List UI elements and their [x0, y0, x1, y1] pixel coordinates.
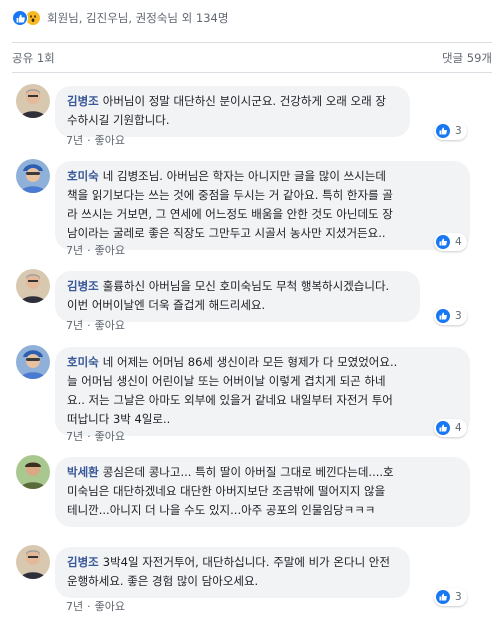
comment-text: 네 어제는 어머님 86세 생신이라 모든 형제가 다 모였었어요.. 늘 어머… [67, 355, 398, 426]
separator: · [87, 600, 91, 613]
reactions-text[interactable]: 회원님, 김진우님, 권정숙님 외 134명 [47, 10, 228, 26]
avatar[interactable] [16, 159, 50, 193]
comment-meta: 7년 · 좋아요 [66, 242, 125, 258]
comment-count[interactable]: 댓글 59개 [442, 50, 492, 66]
separator: · [87, 319, 91, 332]
like-button[interactable]: 좋아요 [95, 244, 125, 257]
avatar[interactable] [16, 545, 50, 579]
reaction-badge[interactable]: 3 [434, 588, 467, 606]
separator: · [87, 430, 91, 443]
reactions-summary[interactable]: 회원님, 김진우님, 권정숙님 외 134명 [0, 0, 504, 36]
like-icon [436, 590, 450, 604]
comment-time[interactable]: 7년 [66, 244, 83, 257]
like-button[interactable]: 좋아요 [95, 319, 125, 332]
comment-bubble: 박세환 콩심은데 콩나고... 특히 딸이 아버질 그대로 베낀다는데....호 … [55, 457, 470, 527]
avatar[interactable] [16, 455, 50, 489]
comment-author[interactable]: 김병조 [67, 555, 99, 569]
like-icon [436, 235, 450, 249]
comment-time[interactable]: 7년 [66, 134, 83, 147]
reaction-count: 4 [455, 236, 462, 248]
reaction-badge[interactable]: 3 [434, 307, 467, 325]
comment-text: 네 김병조님. 아버님은 학자는 아니지만 글을 많이 쓰시는데 책을 읽기보다… [67, 169, 393, 240]
comment-time[interactable]: 7년 [66, 319, 83, 332]
comment-bubble: 김병조 훌륭하신 아버님을 모신 호미숙님도 무척 행복하시겠습니다. 이번 어버… [55, 271, 420, 322]
like-icon [436, 124, 450, 138]
divider [12, 42, 492, 43]
reaction-badge[interactable]: 3 [434, 122, 467, 140]
share-count[interactable]: 공유 1회 [12, 50, 55, 66]
avatar[interactable] [16, 269, 50, 303]
comment-meta: 7년 · 좋아요 [66, 428, 125, 444]
avatar[interactable] [16, 84, 50, 118]
reaction-count: 3 [455, 310, 462, 322]
comment-text: 콩심은데 콩나고... 특히 딸이 아버질 그대로 베낀다는데....호 미숙님… [67, 465, 394, 517]
like-icon [436, 309, 450, 323]
comment-time[interactable]: 7년 [66, 600, 83, 613]
avatar[interactable] [16, 345, 50, 379]
comment-meta: 7년 · 좋아요 [66, 598, 125, 614]
comment-author[interactable]: 박세환 [67, 465, 99, 479]
reaction-icons [12, 10, 41, 26]
like-button[interactable]: 좋아요 [95, 134, 125, 147]
comment-author[interactable]: 호미숙 [67, 355, 99, 369]
separator: · [87, 244, 91, 257]
comment-bubble: 호미숙 네 어제는 어머님 86세 생신이라 모든 형제가 다 모였었어요.. 늘… [55, 347, 470, 436]
comment-bubble: 김병조 아버님이 정말 대단하신 분이시군요. 건강하게 오래 오래 장 수하시길… [55, 86, 410, 137]
comment-bubble: 호미숙 네 김병조님. 아버님은 학자는 아니지만 글을 많이 쓰시는데 책을 읽… [55, 161, 470, 250]
comment-text: 훌륭하신 아버님을 모신 호미숙님도 무척 행복하시겠습니다. 이번 어버이날엔… [67, 279, 390, 312]
reaction-count: 3 [455, 125, 462, 137]
comment-meta: 7년 · 좋아요 [66, 317, 125, 333]
like-button[interactable]: 좋아요 [95, 430, 125, 443]
reaction-badge[interactable]: 4 [434, 419, 467, 437]
separator: · [87, 134, 91, 147]
comment-text: 3박4일 자전거투어, 대단하십니다. 주말에 비가 온다니 안전 운행하세요.… [67, 555, 390, 588]
reaction-count: 4 [455, 422, 462, 434]
comment-author[interactable]: 호미숙 [67, 169, 99, 183]
like-icon [436, 421, 450, 435]
comment-time[interactable]: 7년 [66, 430, 83, 443]
like-button[interactable]: 좋아요 [95, 600, 125, 613]
reaction-badge[interactable]: 4 [434, 233, 467, 251]
comment-author[interactable]: 김병조 [67, 94, 99, 108]
comment-author[interactable]: 김병조 [67, 279, 99, 293]
divider [12, 72, 492, 73]
comment-bubble: 김병조 3박4일 자전거투어, 대단하십니다. 주말에 비가 온다니 안전 운행하… [55, 547, 410, 598]
comment-text: 아버님이 정말 대단하신 분이시군요. 건강하게 오래 오래 장 수하시길 기원… [67, 94, 386, 127]
reaction-count: 3 [455, 591, 462, 603]
like-icon [12, 10, 28, 26]
comment-meta: 7년 · 좋아요 [66, 132, 125, 148]
